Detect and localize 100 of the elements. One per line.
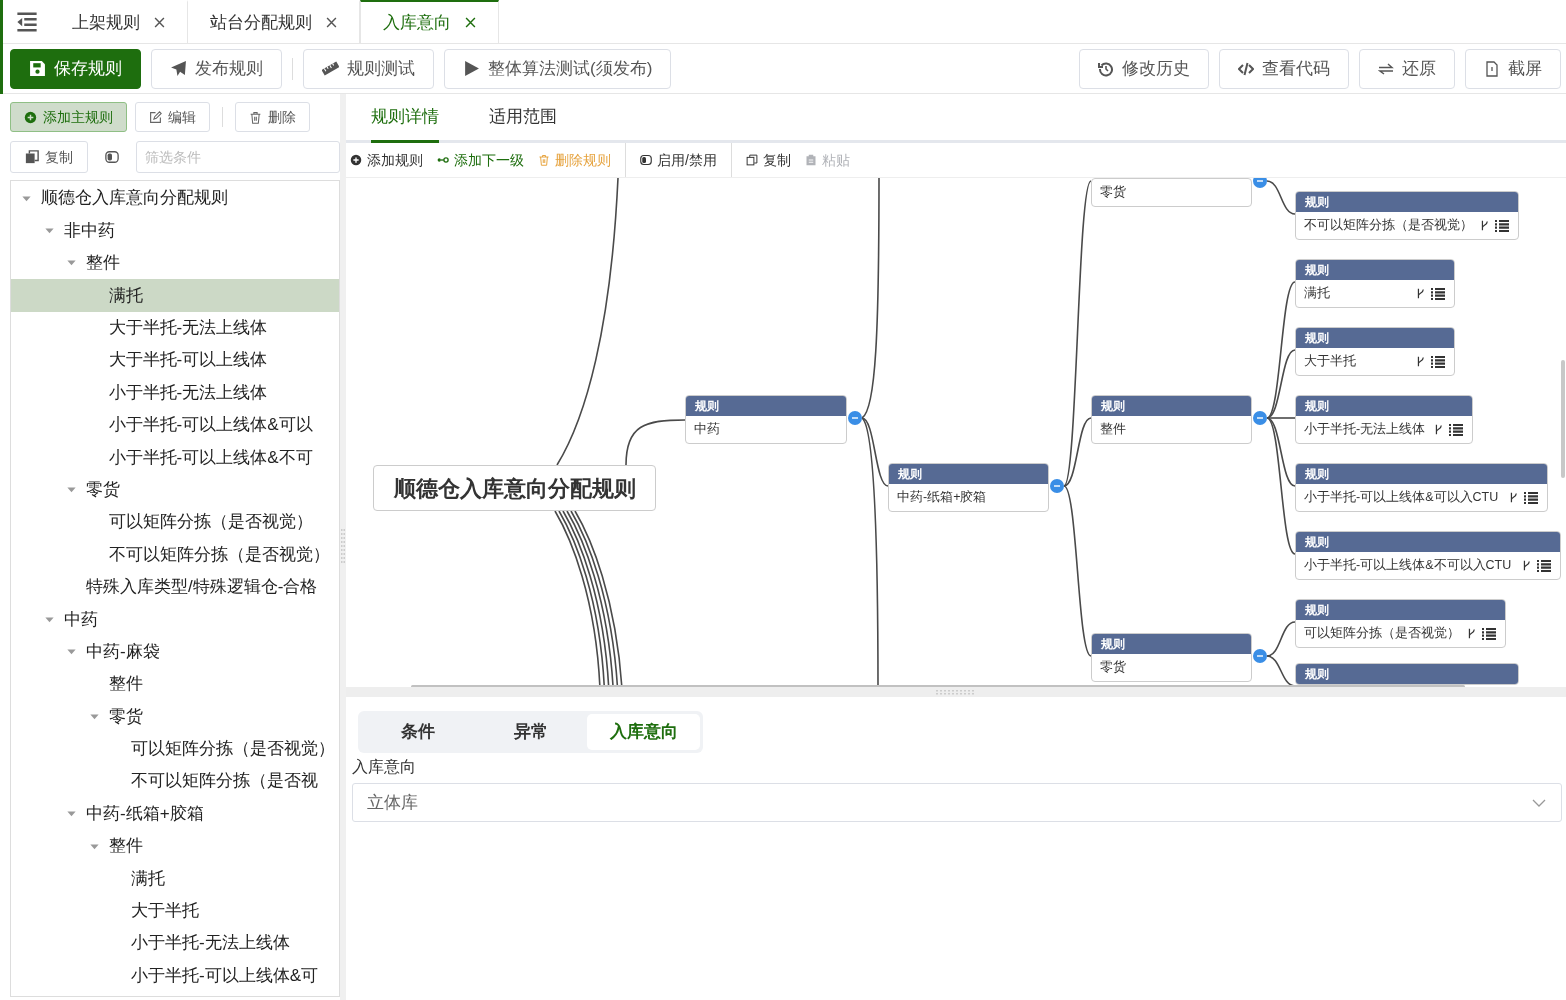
tree-item[interactable]: 小于半托-可以上线体&不可 [11,441,339,474]
trash-icon [538,154,550,166]
collapse-toggle-icon[interactable] [1253,649,1267,663]
select-field[interactable]: 立体库 [352,783,1562,822]
trash-icon [249,110,262,124]
menu-icon[interactable] [15,10,38,33]
node-header: 规则 [1296,464,1547,484]
tab[interactable]: 入库意向 [587,714,700,750]
rule-node[interactable]: 规则 [1295,663,1519,685]
node-header: 规则 [889,464,1048,484]
field-label: 入库意向 [352,757,417,777]
tree-item[interactable]: 大于半托-无法上线体 [11,311,339,344]
tab[interactable]: 入库意向 [360,0,499,43]
close-icon[interactable] [154,17,165,28]
node-header: 规则 [1092,396,1251,416]
connector-line [1266,180,1296,215]
branch-icon [1433,424,1444,435]
node-label: 零货 [1100,184,1127,202]
close-icon[interactable] [465,17,476,28]
connector-line [625,419,686,466]
toolbar-button[interactable]: 还原 [1359,48,1455,89]
tree-item[interactable]: 大于半托 [11,894,339,927]
toolbar-button[interactable]: 规则测试 [303,48,434,89]
list-icon [1448,421,1464,438]
code-icon [1238,60,1254,77]
tab[interactable]: 适用范围 [489,94,557,143]
action-button[interactable]: 启用/禁用 [640,149,717,171]
save-icon [29,60,46,77]
play-icon [463,60,480,77]
tree-item[interactable]: 不可以矩阵分拣（是否视觉） [11,538,339,571]
scrollbar[interactable] [1561,360,1565,478]
tree-item[interactable]: 小于半托-可以上线体&可 [11,959,339,992]
node-header: 规则 [1296,192,1518,212]
node-label: 零货 [1100,659,1127,677]
close-icon[interactable] [326,17,337,28]
collapse-toggle-icon[interactable] [1253,411,1267,425]
node-label: 可以矩阵分拣（是否视觉） [1304,625,1461,643]
tab[interactable]: 条件 [361,714,474,750]
tree-item[interactable]: 可以矩阵分拣（是否视觉） [11,732,339,766]
branch-icon [1415,288,1426,299]
tab[interactable]: 异常 [474,714,587,750]
node-label: 满托 [1304,285,1331,303]
resize-handle[interactable] [936,689,976,695]
action-button[interactable]: 添加下一级 [437,149,524,171]
tree-item[interactable]: 小于半托-无法上线体 [11,376,339,409]
node-header: 规则 [1092,634,1251,654]
panel-button[interactable]: 编辑 [135,102,210,132]
tree-item[interactable]: 非中药 [11,214,339,247]
root-node[interactable]: 顺德仓入库意向分配规则 [373,465,656,511]
tree-item[interactable]: 大于半托-可以上线体 [11,343,339,377]
branch-icon [1521,560,1532,571]
collapse-toggle-icon[interactable] [1050,479,1064,493]
list-icon [1430,353,1446,370]
tree-item[interactable]: 中药 [11,603,339,636]
tree-item[interactable]: 满托 [11,862,339,895]
action-button[interactable]: 添加规则 [350,149,423,171]
node-label: 不可以矩阵分拣（是否视觉） [1304,217,1474,235]
collapse-toggle-icon[interactable] [1253,178,1267,188]
tree-item[interactable]: 中药-麻袋 [11,635,339,668]
tab[interactable]: 站台分配规则 [188,0,360,43]
switch-icon [105,150,119,164]
switch-icon [640,154,652,166]
tree-item[interactable]: 整件 [11,246,339,280]
tab[interactable]: 规则详情 [371,94,439,143]
toolbar-button[interactable]: 查看代码 [1219,48,1349,89]
copy-button[interactable]: 复制 [10,141,88,173]
toolbar-button[interactable]: 保存规则 [10,48,141,89]
plus-circle-icon [350,154,362,166]
toolbar-button[interactable]: 发布规则 [151,48,282,89]
tree-item[interactable]: 顺德仓入库意向分配规则 [11,182,339,215]
tree-item[interactable]: 零货 [11,700,339,733]
edit-icon [149,110,162,124]
tree-item[interactable]: 特殊入库类型/特殊逻辑仓-合格 [11,570,339,604]
plus-circle-icon [24,110,37,124]
panel-button[interactable]: 添加主规则 [10,102,127,132]
resize-handle[interactable] [341,529,345,565]
document-icon [1484,60,1500,77]
tree-item[interactable]: 不可以矩阵分拣（是否视 [11,765,339,798]
filter-field[interactable]: 筛选条件 [136,141,340,173]
tree-item[interactable]: 整件 [11,829,339,863]
branch-icon [1479,220,1490,231]
branch-icon [1415,356,1426,367]
connector-line [1266,621,1296,657]
tree-item[interactable]: 零货 [11,473,339,506]
toolbar-button[interactable]: 整体算法测试(须发布) [444,48,672,89]
collapse-toggle-icon[interactable] [848,411,862,425]
toolbar-button[interactable]: 截屏 [1465,48,1561,89]
add-child-icon [437,154,449,166]
tree-item[interactable]: 整件 [11,667,339,701]
tree-item[interactable]: 可以矩阵分拣（是否视觉） [11,505,339,539]
tree-item[interactable]: 小于半托-可以上线体&可以 [11,408,339,442]
action-button[interactable]: 复制 [745,149,791,171]
panel-button[interactable]: 删除 [235,102,310,132]
tab[interactable]: 上架规则 [50,0,188,43]
node-header: 规则 [1296,600,1505,620]
tree-item[interactable]: 中药-纸箱+胶箱 [11,797,339,830]
tree-item[interactable]: 满托 [11,279,339,312]
tree-item[interactable]: 小于半托-无法上线体 [11,927,339,960]
toolbar-button[interactable]: 修改历史 [1079,48,1209,89]
node-label: 小于半托-无法上线体 [1304,421,1427,439]
